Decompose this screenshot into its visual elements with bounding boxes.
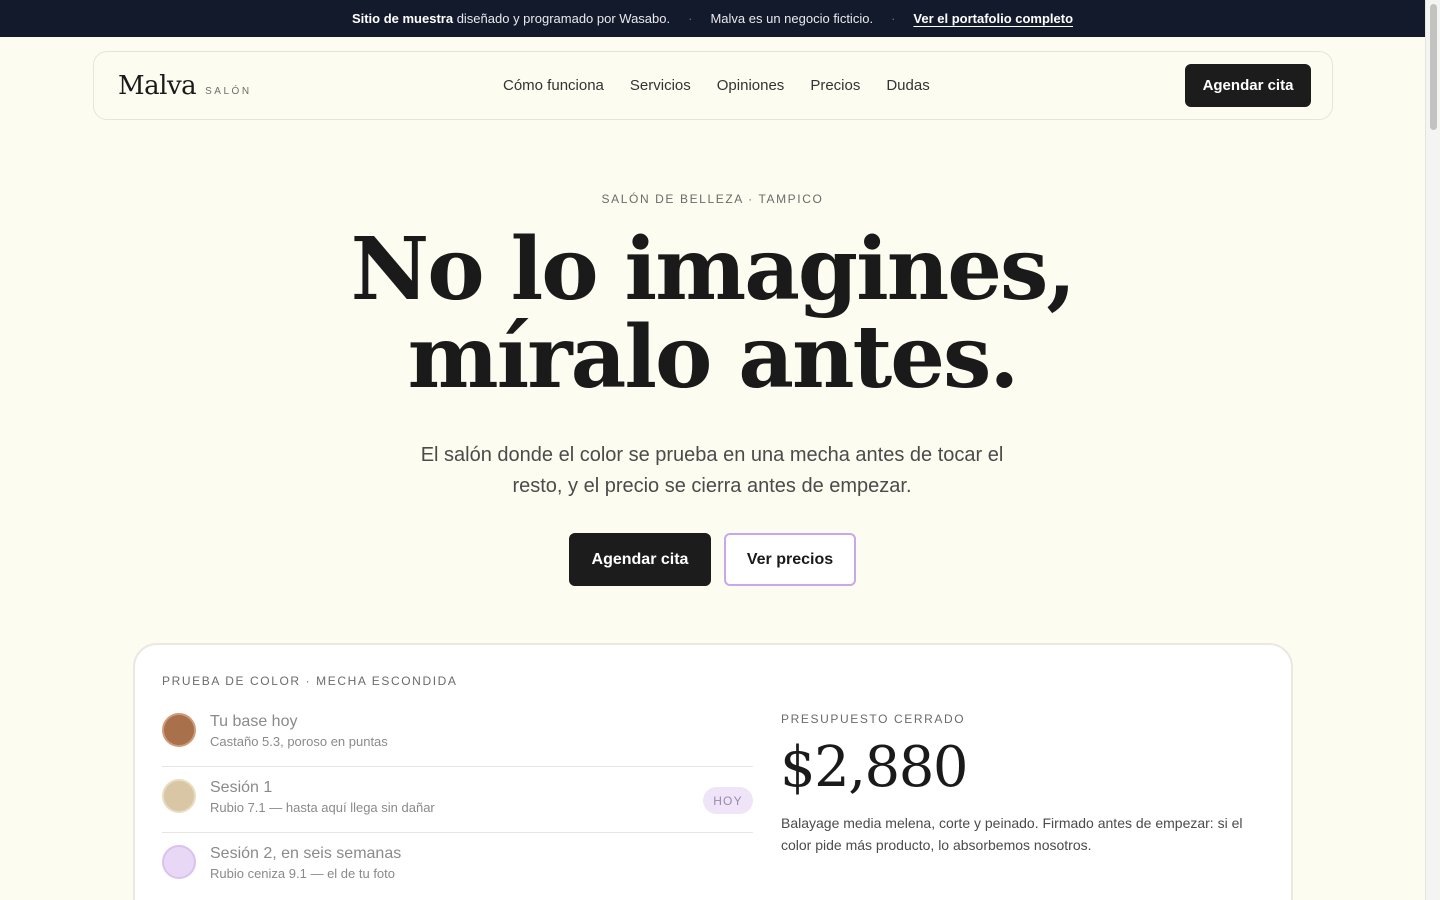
color-swatch-icon [162,779,196,813]
color-swatch-icon [162,713,196,747]
portfolio-link[interactable]: Ver el portafolio completo [913,11,1073,26]
announcement-sample-strong: Sitio de muestra [351,11,454,26]
nav-link-servicios[interactable]: Servicios [630,77,691,94]
step-description: Rubio ceniza 9.1 — el de tu foto [210,866,396,881]
hero-prices-button[interactable]: Ver precios [724,533,856,586]
price-description: Balayage media melena, corte y peinado. … [781,815,1243,853]
today-badge: HOY [703,787,753,814]
hero-title-line2: míralo antes. [407,307,1020,408]
nav-link-precios[interactable]: Precios [810,77,860,94]
announcement-bar: Sitio de muestra diseñado y programado p… [0,0,1425,37]
scrollbar-thumb[interactable] [1430,4,1437,130]
color-swatch-icon [162,845,196,879]
step-title: Sesión 2, en seis semanas [210,845,402,862]
brand-logo[interactable]: Malva SALÓN [118,71,252,101]
site-header: Malva SALÓN Cómo funciona Servicios Opin… [93,51,1333,120]
nav-link-opiniones[interactable]: Opiniones [717,77,785,94]
announcement-fictional-text: Malva es un negocio ficticio. [710,11,874,26]
announcement-separator: · [688,11,693,26]
hero-book-button[interactable]: Agendar cita [569,533,711,586]
price-eyebrow: PRESUPUESTO CERRADO [781,712,966,726]
logo-wordmark: Malva [118,70,197,101]
nav-link-como-funciona[interactable]: Cómo funciona [503,77,604,94]
main-nav: Cómo funciona Servicios Opiniones Precio… [503,52,930,119]
hero-title-line1: No lo imagines, [350,219,1077,320]
hero-subtitle: El salón donde el color se prueba en una… [420,444,1004,497]
header-book-button[interactable]: Agendar cita [1185,64,1311,107]
hero-title: No lo imagines, míralo antes. [0,226,1425,402]
step-title: Tu base hoy [210,713,298,730]
step-title: Sesión 1 [210,779,273,796]
nav-link-dudas[interactable]: Dudas [886,77,929,94]
price-value: $2,880 [780,735,968,800]
list-item: Sesión 1 Rubio 7.1 — hasta aquí llega si… [162,767,753,833]
logo-subtitle: SALÓN [205,85,252,97]
announcement-sample-text: diseñado y programado por Wasabo. [453,11,671,26]
color-test-card: PRUEBA DE COLOR · MECHA ESCONDIDA Tu bas… [133,643,1293,900]
page-scrollbar[interactable] [1425,0,1440,900]
card-eyebrow: PRUEBA DE COLOR · MECHA ESCONDIDA [162,674,458,688]
step-description: Castaño 5.3, poroso en puntas [210,734,388,749]
hero-eyebrow: SALÓN DE BELLEZA · TAMPICO [601,192,824,206]
step-description: Rubio 7.1 — hasta aquí llega sin dañar [210,800,435,815]
announcement-separator: · [891,11,896,26]
color-steps-list: Tu base hoy Castaño 5.3, poroso en punta… [162,701,753,899]
list-item: Tu base hoy Castaño 5.3, poroso en punta… [162,701,753,767]
list-item: Sesión 2, en seis semanas Rubio ceniza 9… [162,833,753,899]
